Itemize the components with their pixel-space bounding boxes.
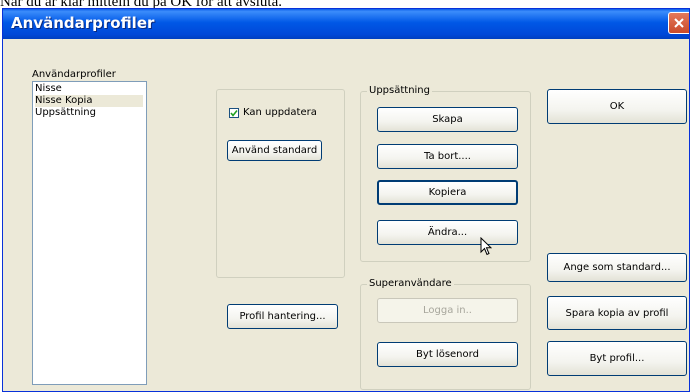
profiles-label: Användarprofiler xyxy=(32,69,116,80)
change-password-button[interactable]: Byt lösenord xyxy=(377,342,518,367)
checkmark-icon xyxy=(230,110,238,117)
list-item[interactable]: Nisse xyxy=(35,83,143,95)
user-profiles-dialog: Användarprofiler Användarprofiler Nisse … xyxy=(2,8,690,392)
close-button[interactable] xyxy=(668,12,689,34)
list-item[interactable]: Nisse Kopia xyxy=(35,95,143,107)
switch-profile-button[interactable]: Byt profil... xyxy=(547,341,687,376)
ok-button[interactable]: OK xyxy=(547,89,687,124)
close-icon xyxy=(674,18,684,28)
document-caption: När du är klar mitteln du på OK för att … xyxy=(0,0,282,8)
delete-button[interactable]: Ta bort.... xyxy=(377,144,518,169)
superuser-group-label: Superanvändare xyxy=(367,278,454,290)
title-bar[interactable]: Användarprofiler xyxy=(3,9,689,39)
can-update-checkbox[interactable] xyxy=(229,108,239,118)
login-button[interactable]: Logga in.. xyxy=(377,298,518,323)
list-item[interactable]: Uppsättning xyxy=(35,107,143,119)
set-default-button[interactable]: Ange som standard... xyxy=(547,253,687,282)
change-button[interactable]: Ändra... xyxy=(377,220,518,245)
save-copy-button[interactable]: Spara kopia av profil xyxy=(547,296,687,330)
setup-group-label: Uppsättning xyxy=(367,85,432,97)
create-button[interactable]: Skapa xyxy=(377,107,518,132)
can-update-label: Kan uppdatera xyxy=(243,107,317,118)
use-standard-button[interactable]: Använd standard xyxy=(227,140,322,161)
copy-button[interactable]: Kopiera xyxy=(377,180,518,205)
mouse-cursor-icon xyxy=(480,237,492,256)
window-title: Användarprofiler xyxy=(11,14,155,32)
profiles-listbox[interactable]: Nisse Nisse Kopia Uppsättning xyxy=(32,81,147,385)
profile-manage-button[interactable]: Profil hantering... xyxy=(227,304,338,329)
